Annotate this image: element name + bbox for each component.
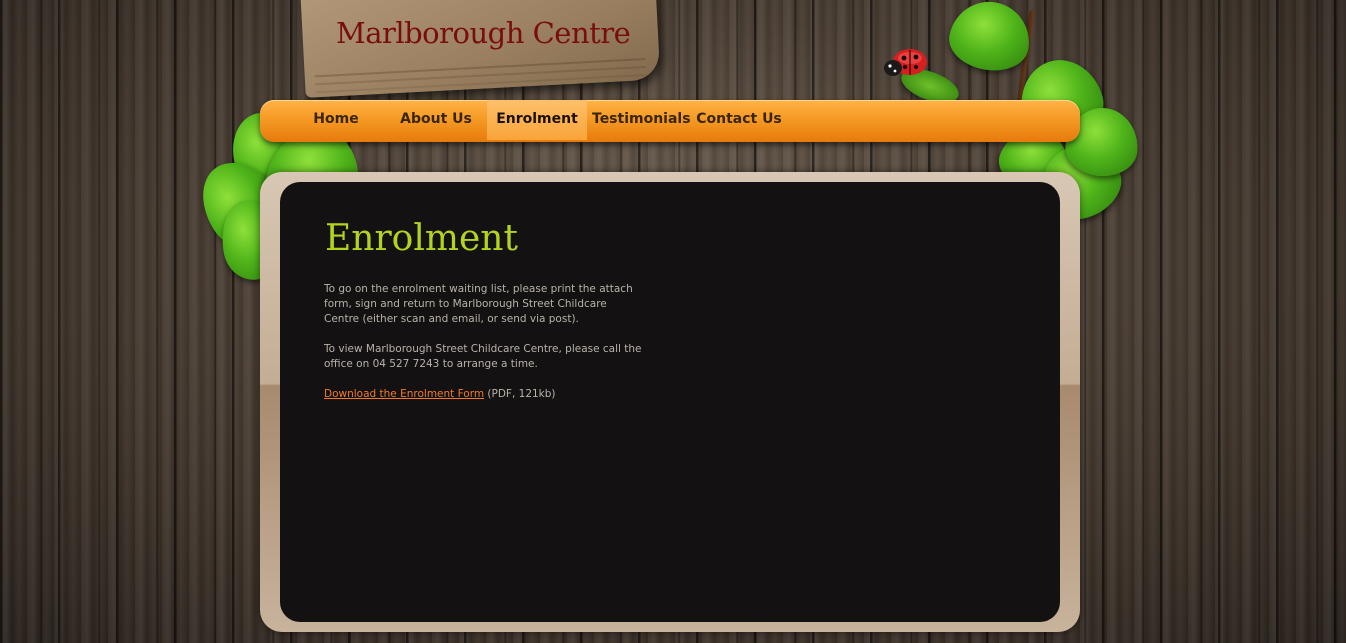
- enrolment-instructions-paragraph: To go on the enrolment waiting list, ple…: [324, 283, 633, 325]
- download-enrolment-form-link[interactable]: Download the Enrolment Form: [324, 388, 484, 400]
- nav-item-about-us[interactable]: About Us: [396, 100, 476, 140]
- main-navigation-bar: Home About Us Enrolment Testimonials Con…: [260, 100, 1080, 142]
- download-line: Download the Enrolment Form (PDF, 121kb): [324, 387, 642, 402]
- site-title[interactable]: Marlborough Centre: [336, 16, 631, 50]
- nav-item-home[interactable]: Home: [298, 100, 374, 140]
- nav-item-testimonials[interactable]: Testimonials: [592, 100, 691, 140]
- page-heading: Enrolment: [325, 218, 518, 259]
- nav-item-contact-us[interactable]: Contact Us: [696, 100, 782, 140]
- ladybug-icon: [884, 49, 927, 76]
- viewing-instructions-paragraph: To view Marlborough Street Childcare Cen…: [324, 343, 642, 370]
- nav-item-enrolment[interactable]: Enrolment: [487, 100, 587, 140]
- download-file-info: (PDF, 121kb): [484, 388, 556, 400]
